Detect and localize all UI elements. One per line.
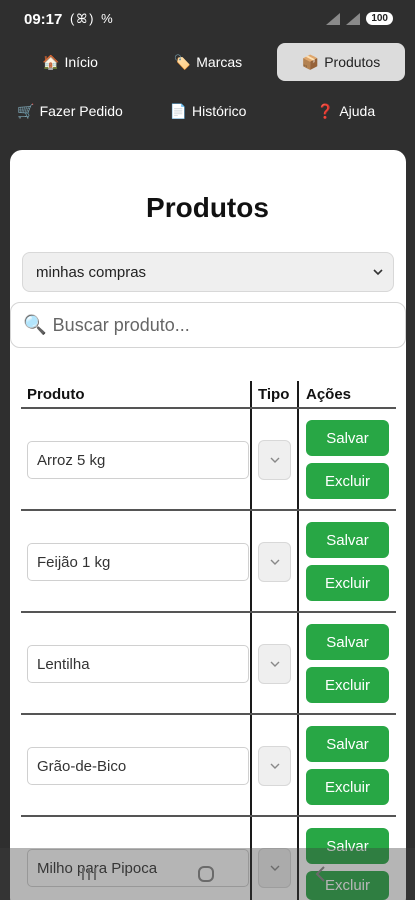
save-button[interactable]: Salvar [306,420,389,456]
status-bar: 09:17 (ꕤ) % 100 [0,0,415,40]
nav-item-fazer-pedido[interactable]: 🛒 Fazer Pedido [8,92,132,130]
chevron-down-icon [270,661,280,667]
delete-button[interactable]: Excluir [306,769,389,805]
type-select[interactable] [258,746,291,786]
nav-item-ajuda[interactable]: ❓ Ajuda [306,92,386,130]
nav-item-label: Produtos [324,54,381,70]
row-divider [21,611,396,613]
search-input[interactable] [52,314,373,336]
save-button[interactable]: Salvar [306,522,389,558]
document-icon: 📄 [169,102,187,119]
back-icon[interactable] [314,865,328,883]
product-name-input[interactable]: Grão-de-Bico [27,747,249,785]
type-select[interactable] [258,644,291,684]
column-divider [250,381,252,900]
question-icon: ❓ [316,102,335,119]
home-icon: 🏠 [42,53,60,70]
nav-item-marcas[interactable]: 🏷️ Marcas [160,43,256,81]
nav-item-historico[interactable]: 📄 Histórico [158,92,258,130]
nav-item-label: Fazer Pedido [39,103,123,119]
recent-apps-icon[interactable] [80,866,98,882]
type-select[interactable] [258,542,291,582]
nav-item-label: Histórico [191,103,247,119]
signal-icon [326,12,341,25]
save-button[interactable]: Salvar [306,726,389,762]
nav-item-inicio[interactable]: 🏠 Início [30,43,110,81]
row-divider [21,815,396,817]
nav-item-label: Ajuda [339,103,376,119]
chevron-down-icon [373,269,383,276]
nav-item-label: Início [64,54,98,70]
signal-icon-2 [346,12,361,25]
chevron-down-icon [270,457,280,463]
tag-icon: 🏷️ [173,53,192,70]
product-name-input[interactable]: Lentilha [27,645,249,683]
nav-item-produtos[interactable]: 📦 Produtos [277,43,405,81]
product-name-input[interactable]: Arroz 5 kg [27,441,249,479]
column-divider [297,381,299,900]
battery-indicator: 100 [366,12,393,25]
delete-button[interactable]: Excluir [306,667,389,703]
status-time: 09:17 [24,11,63,28]
row-divider [21,407,396,409]
product-name-input[interactable]: Feijão 1 kg [27,543,249,581]
column-header-acoes: Ações [306,386,352,403]
chevron-down-icon [270,763,280,769]
delete-button[interactable]: Excluir [306,565,389,601]
nav-item-label: Marcas [196,54,243,70]
search-icon: 🔍 [23,315,47,336]
system-navigation-bar [0,848,415,900]
main-nav: 🏠 Início 🏷️ Marcas 📦 Produtos 🛒 Fazer Pe… [0,40,415,138]
page-title: Produtos [146,192,269,223]
package-icon: 📦 [301,53,320,70]
list-select-value: minhas compras [36,263,147,281]
row-divider [21,713,396,715]
home-button-icon[interactable] [197,865,215,883]
list-select[interactable]: minhas compras [22,252,394,292]
column-header-produto: Produto [27,386,85,403]
delete-button[interactable]: Excluir [306,463,389,499]
search-bar[interactable]: 🔍 [10,302,406,348]
chevron-down-icon [270,559,280,565]
cart-icon: 🛒 [17,102,35,119]
column-header-tipo: Tipo [258,386,290,403]
save-button[interactable]: Salvar [306,624,389,660]
status-right-group: 100 [326,12,393,25]
type-select[interactable] [258,440,291,480]
row-divider [21,509,396,511]
status-notification-icons: (ꕤ) % [70,11,115,26]
